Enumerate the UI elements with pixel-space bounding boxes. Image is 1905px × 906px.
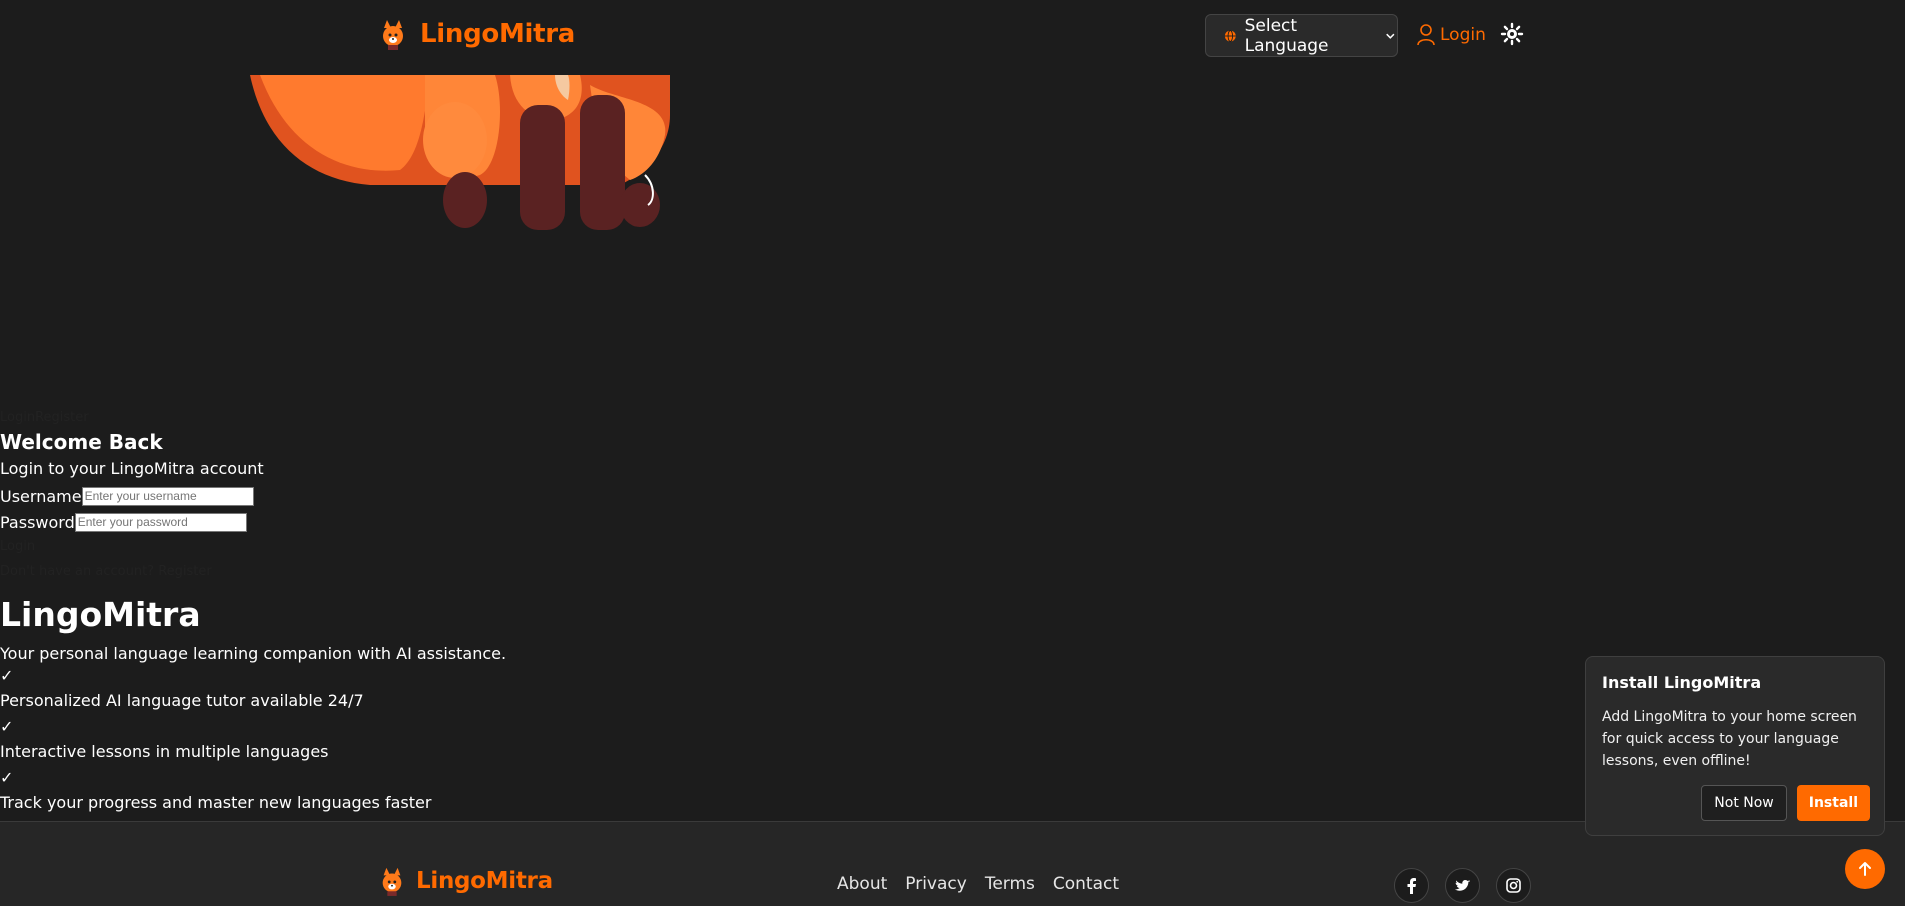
not-now-button[interactable]: Not Now: [1701, 785, 1787, 821]
feature-item: ✓ Personalized AI language tutor availab…: [0, 666, 431, 717]
footer-link-terms[interactable]: Terms: [985, 874, 1035, 894]
instagram-icon: [1506, 878, 1521, 893]
check-icon: ✓: [0, 666, 14, 685]
login-submit-button[interactable]: Login: [0, 539, 700, 561]
twitter-link[interactable]: [1445, 868, 1480, 903]
username-row: Username: [0, 483, 700, 509]
footer-link-privacy[interactable]: Privacy: [905, 874, 967, 894]
footer-link-about[interactable]: About: [837, 874, 887, 894]
feature-item: ✓ Track your progress and master new lan…: [0, 768, 431, 819]
login-form: LoginRegister Welcome Back Login to your…: [0, 410, 700, 584]
hero-title: LingoMitra: [0, 595, 201, 634]
password-input[interactable]: [74, 512, 247, 532]
feature-text: Personalized AI language tutor available…: [0, 691, 364, 710]
facebook-icon: [1407, 877, 1416, 894]
twitter-icon: [1454, 879, 1470, 891]
feature-text: Track your progress and master new langu…: [0, 793, 432, 812]
feature-item: ✓ Interactive lessons in multiple langua…: [0, 717, 431, 768]
fox-illustration: [250, 75, 670, 230]
facebook-link[interactable]: [1394, 868, 1429, 903]
fox-logo-icon: [383, 20, 403, 50]
install-popup-actions: Not Now Install: [1701, 785, 1870, 821]
select-language-label: Select Language: [1244, 15, 1329, 56]
header-login-label: Login: [1440, 25, 1486, 45]
login-subtitle: Login to your LingoMitra account: [0, 459, 264, 478]
username-input[interactable]: [81, 486, 254, 506]
brand-logo[interactable]: LingoMitra: [378, 14, 575, 54]
footer-links: About Privacy Terms Contact: [837, 874, 1137, 894]
auth-tabs: LoginRegister: [0, 410, 700, 428]
arrow-up-icon: [1859, 862, 1871, 876]
footer-brand-name: LingoMitra: [416, 868, 553, 894]
footer-link-contact[interactable]: Contact: [1053, 874, 1119, 894]
hero-tagline: Your personal language learning companio…: [0, 644, 507, 663]
check-icon: ✓: [0, 768, 14, 787]
install-popup-body: Add LingoMitra to your home screen for q…: [1602, 709, 1857, 769]
login-title: Welcome Back: [0, 430, 163, 454]
globe-icon: [1224, 29, 1236, 42]
tab-login[interactable]: Login: [0, 410, 35, 425]
instagram-link[interactable]: [1496, 868, 1531, 903]
username-label: Username: [0, 486, 82, 506]
header-login-link[interactable]: Login: [1416, 18, 1486, 52]
theme-toggle-icon[interactable]: [1500, 22, 1524, 46]
install-popup: Install LingoMitra Add LingoMitra to you…: [1585, 656, 1885, 836]
select-language-button[interactable]: Select Language: [1205, 14, 1398, 57]
tab-register[interactable]: Register: [35, 410, 89, 425]
feature-text: Interactive lessons in multiple language…: [0, 742, 329, 761]
check-icon: ✓: [0, 717, 14, 736]
chevron-down-icon: [1386, 33, 1395, 39]
site-header: LingoMitra Select Language Login: [0, 0, 1905, 75]
password-label: Password: [0, 512, 75, 532]
brand-name: LingoMitra: [420, 19, 576, 49]
user-icon: [1417, 24, 1435, 46]
social-links: [1394, 868, 1531, 903]
password-row: Password: [0, 509, 700, 535]
feature-list: ✓ Personalized AI language tutor availab…: [0, 666, 431, 819]
scroll-to-top-button[interactable]: [1845, 849, 1885, 889]
install-button[interactable]: Install: [1796, 785, 1870, 821]
footer-brand-logo[interactable]: LingoMitra: [378, 866, 553, 896]
install-popup-title: Install LingoMitra: [1602, 673, 1762, 692]
fox-logo-icon: [382, 867, 402, 896]
register-prompt[interactable]: Don't have an account? Register: [0, 564, 700, 584]
